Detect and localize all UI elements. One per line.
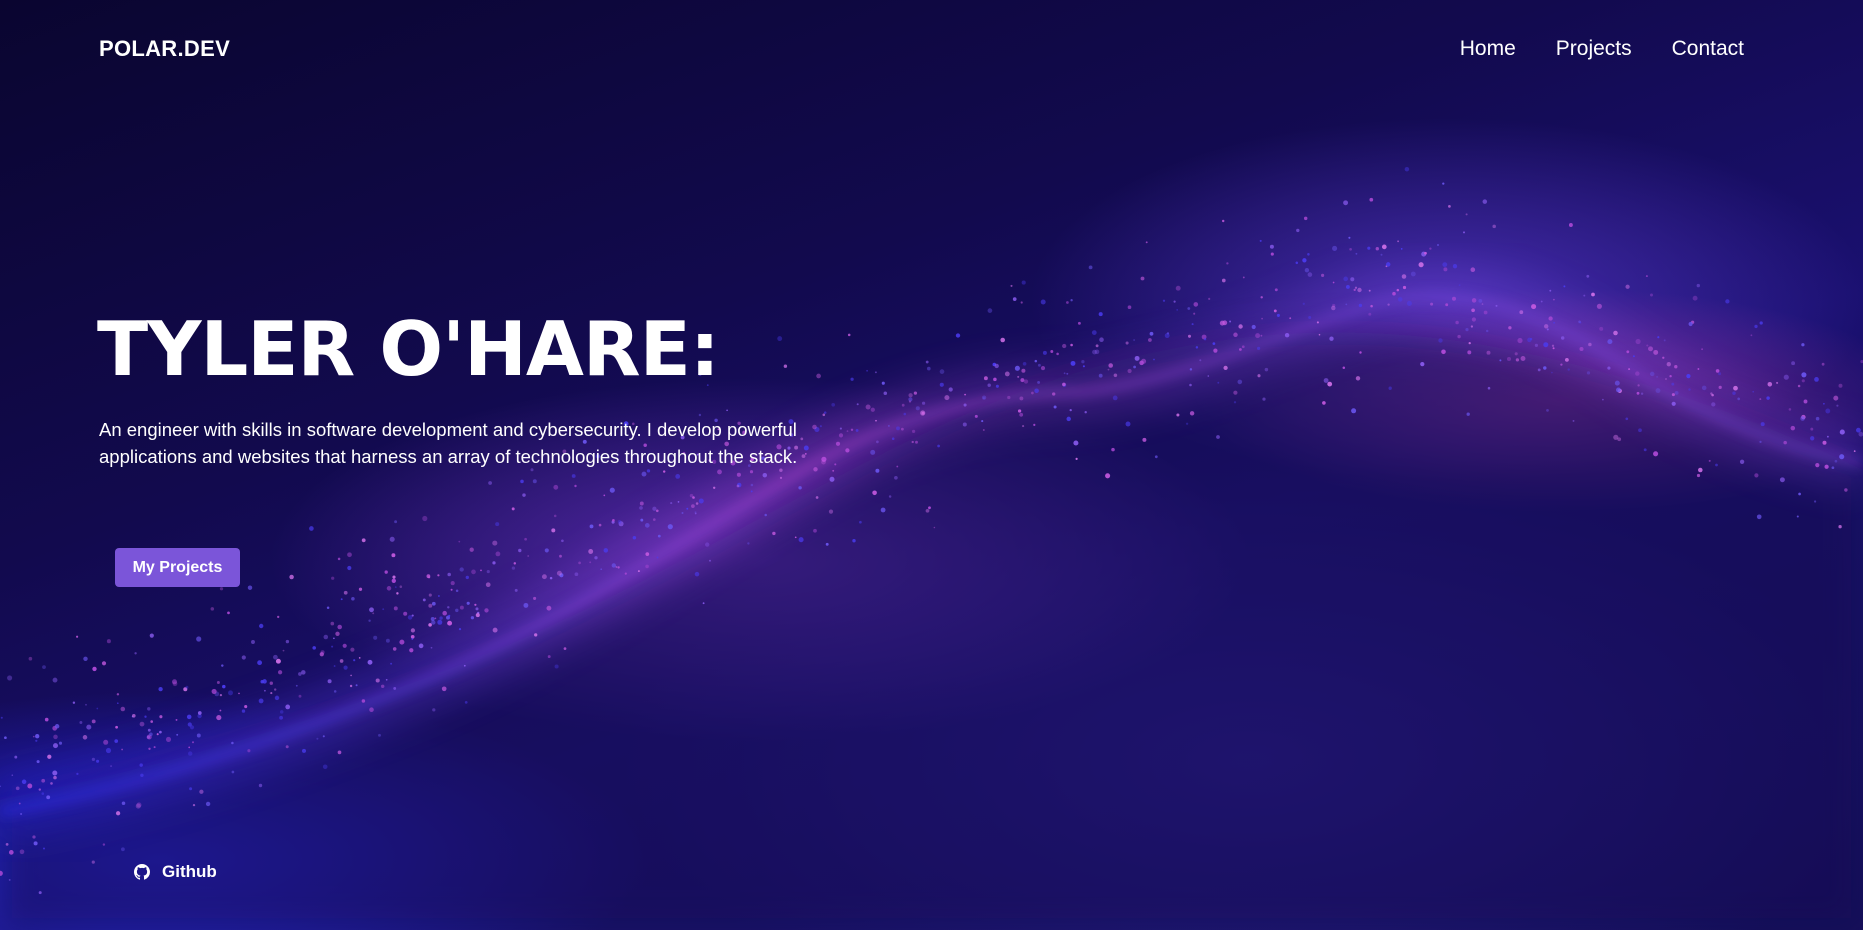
nav-link-contact[interactable]: Contact bbox=[1672, 37, 1744, 61]
github-icon bbox=[134, 864, 150, 880]
github-label: Github bbox=[162, 862, 217, 881]
github-link[interactable]: Github bbox=[134, 862, 217, 882]
site-logo[interactable]: POLAR.DEV bbox=[99, 36, 230, 62]
nav-link-home[interactable]: Home bbox=[1460, 37, 1516, 61]
top-navbar: POLAR.DEV Home Projects Contact bbox=[0, 0, 1863, 100]
hero-description: An engineer with skills in software deve… bbox=[99, 419, 798, 467]
nav-link-projects[interactable]: Projects bbox=[1556, 37, 1632, 61]
page: POLAR.DEV Home Projects Contact TYLER O'… bbox=[0, 0, 1863, 930]
nav-links: Home Projects Contact bbox=[1460, 37, 1744, 61]
hero-title: TYLER O'HARE: bbox=[97, 305, 720, 393]
my-projects-button[interactable]: My Projects bbox=[115, 548, 240, 587]
